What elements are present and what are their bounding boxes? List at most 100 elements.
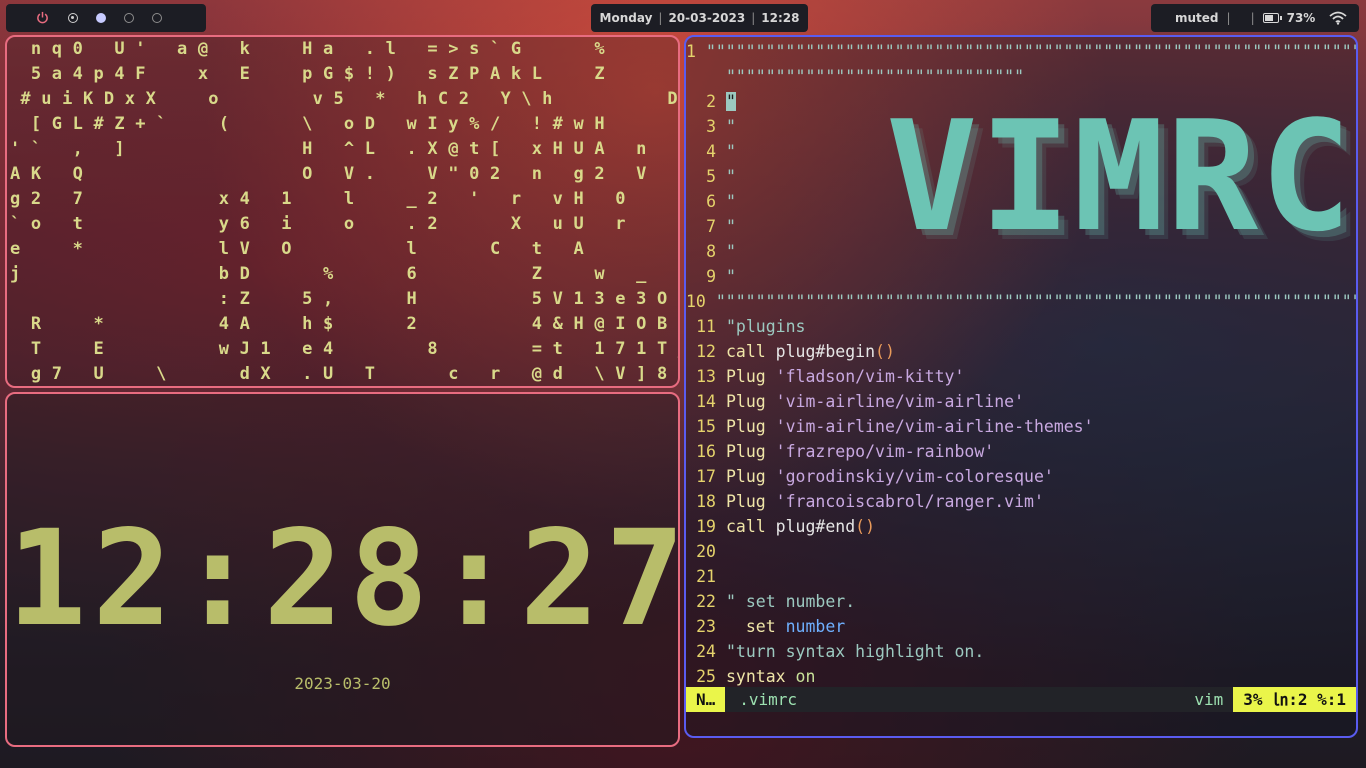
line-number: 8	[706, 242, 716, 261]
workspace-1[interactable]	[68, 13, 78, 23]
line-text: Plug 'vim-airline/vim-airline-themes'	[726, 414, 1094, 439]
line-text: Plug 'frazrepo/vim-rainbow'	[726, 439, 994, 464]
vim-line: 12 call plug#begin()	[686, 339, 1356, 364]
line-number: 24	[696, 642, 716, 661]
code-token: syntax	[726, 667, 796, 686]
line-number: 12	[696, 342, 716, 361]
matrix-row: A K Q O V . V " 0 2 n g 2 V	[10, 164, 678, 184]
code-token: """"""""""""""""""""""""""""""	[726, 67, 1025, 86]
code-token: "	[726, 117, 736, 136]
code-token: 'gorodinskiy/vim-coloresque'	[775, 467, 1054, 486]
vim-filename: .vimrc	[739, 690, 798, 709]
line-number: 17	[696, 467, 716, 486]
vim-line: 9 "	[686, 264, 1356, 289]
vim-line: 11 "plugins	[686, 314, 1356, 339]
topbar-time: 12:28	[761, 11, 800, 25]
code-token: "	[726, 192, 736, 211]
code-token: plug#begin	[775, 342, 876, 361]
separator: |	[658, 11, 663, 25]
line-number: 20	[696, 542, 716, 561]
line-number: 15	[696, 417, 716, 436]
vim-line: 23 set number	[686, 614, 1356, 639]
system-tray: muted | | 73%	[1151, 4, 1359, 32]
code-token: number	[785, 617, 846, 636]
line-number: 5	[706, 167, 716, 186]
line-number: 1	[686, 42, 696, 61]
code-token: """"""""""""""""""""""""""""""""""""""""…	[715, 292, 1356, 311]
matrix-row: g 2 7 x 4 1 l _ 2 ' r v H 0	[10, 189, 678, 209]
code-token: "	[726, 167, 736, 186]
matrix-row: g 7 U \ d X . U T c r @ d \ V ] 8 M	[10, 364, 680, 384]
line-text: "	[726, 239, 736, 264]
vim-terminal[interactable]: 1 """""""""""""""""""""""""""""""""""""""…	[684, 35, 1358, 738]
vim-line: 14 Plug 'vim-airline/vim-airline'	[686, 389, 1356, 414]
vim-line: 19 call plug#end()	[686, 514, 1356, 539]
matrix-row: T E w J 1 e 4 8 = t 1 7 1 T _	[10, 339, 680, 359]
vim-filetype: vim	[1194, 690, 1224, 709]
line-text: "	[726, 139, 736, 164]
code-token: ()	[855, 517, 876, 536]
line-text: "	[726, 264, 736, 289]
line-number: 19	[696, 517, 716, 536]
battery-icon	[1262, 13, 1282, 23]
code-token: "plugins	[726, 317, 806, 336]
line-text: """"""""""""""""""""""""""""""	[726, 64, 1024, 89]
line-number: 10	[686, 292, 706, 311]
code-token: set	[726, 617, 786, 636]
line-number: 4	[706, 142, 716, 161]
line-text: "	[726, 189, 736, 214]
code-token: Plug	[726, 367, 776, 386]
line-number	[686, 64, 726, 89]
line-number: 14	[696, 392, 716, 411]
clock-time: 12:28:27	[7, 502, 680, 656]
workspace-2[interactable]	[96, 13, 106, 23]
wifi-icon[interactable]	[1329, 11, 1347, 25]
vim-line: 21	[686, 564, 1356, 589]
line-number: 3	[706, 117, 716, 136]
code-token: "	[726, 217, 736, 236]
vimrc-ascii-logo: VIMRC	[886, 88, 1354, 265]
line-number: 7	[706, 217, 716, 236]
line-text: "turn syntax highlight on.	[726, 639, 984, 664]
line-text: Plug 'vim-airline/vim-airline'	[726, 389, 1024, 414]
code-token: on	[795, 667, 816, 686]
vim-line: """"""""""""""""""""""""""""""	[686, 64, 1356, 89]
workspace-3[interactable]	[124, 13, 134, 23]
line-text: call plug#begin()	[726, 339, 895, 364]
code-token: 'francoiscabrol/ranger.vim'	[775, 492, 1044, 511]
clock-terminal[interactable]: 12:28:27 2023-03-20	[5, 392, 680, 747]
line-text: "plugins	[726, 314, 805, 339]
matrix-terminal[interactable]: n q 0 U ' a @ k H a . l = > s ` G % U 5 …	[5, 35, 680, 388]
code-token: 'frazrepo/vim-rainbow'	[775, 442, 995, 461]
code-token: 'vim-airline/vim-airline'	[775, 392, 1025, 411]
code-token: "	[726, 142, 736, 161]
audio-status[interactable]: muted	[1175, 11, 1219, 25]
line-number: 9	[706, 267, 716, 286]
line-text: "	[726, 89, 736, 114]
vim-mode: N…	[686, 687, 726, 712]
workspace-4[interactable]	[152, 13, 162, 23]
topbar-date: 20-03-2023	[668, 11, 746, 25]
matrix-row: n q 0 U ' a @ k H a . l = > s ` G % U	[10, 39, 680, 59]
code-token: ()	[875, 342, 895, 361]
power-icon[interactable]	[36, 11, 49, 24]
line-text: " set number.	[726, 589, 855, 614]
topbar-clock[interactable]: Monday | 20-03-2023 | 12:28	[591, 4, 808, 32]
matrix-row: # u i K D x X o v 5 * h C 2 Y \ h D	[10, 89, 678, 109]
line-number: 22	[696, 592, 716, 611]
vim-line: 15 Plug 'vim-airline/vim-airline-themes'	[686, 414, 1356, 439]
line-number: 11	[696, 317, 716, 336]
code-token: call	[726, 517, 776, 536]
matrix-rain: n q 0 U ' a @ k H a . l = > s ` G % U 5 …	[7, 37, 680, 386]
code-token: plug#end	[775, 517, 856, 536]
code-token: "	[726, 267, 736, 286]
vim-line: 13 Plug 'fladson/vim-kitty'	[686, 364, 1356, 389]
matrix-row: : Z 5 , H 5 V 1 3 e 3 O	[10, 289, 668, 309]
line-text: "	[726, 214, 736, 239]
clock-date: 2023-03-20	[294, 674, 391, 693]
matrix-row: ` o t y 6 i o . 2 X u U r	[10, 214, 678, 234]
vim-position: 3% ㏑:2 %:1	[1233, 687, 1356, 712]
separator: |	[1226, 11, 1231, 25]
separator: |	[751, 11, 756, 25]
code-token: Plug	[726, 492, 776, 511]
